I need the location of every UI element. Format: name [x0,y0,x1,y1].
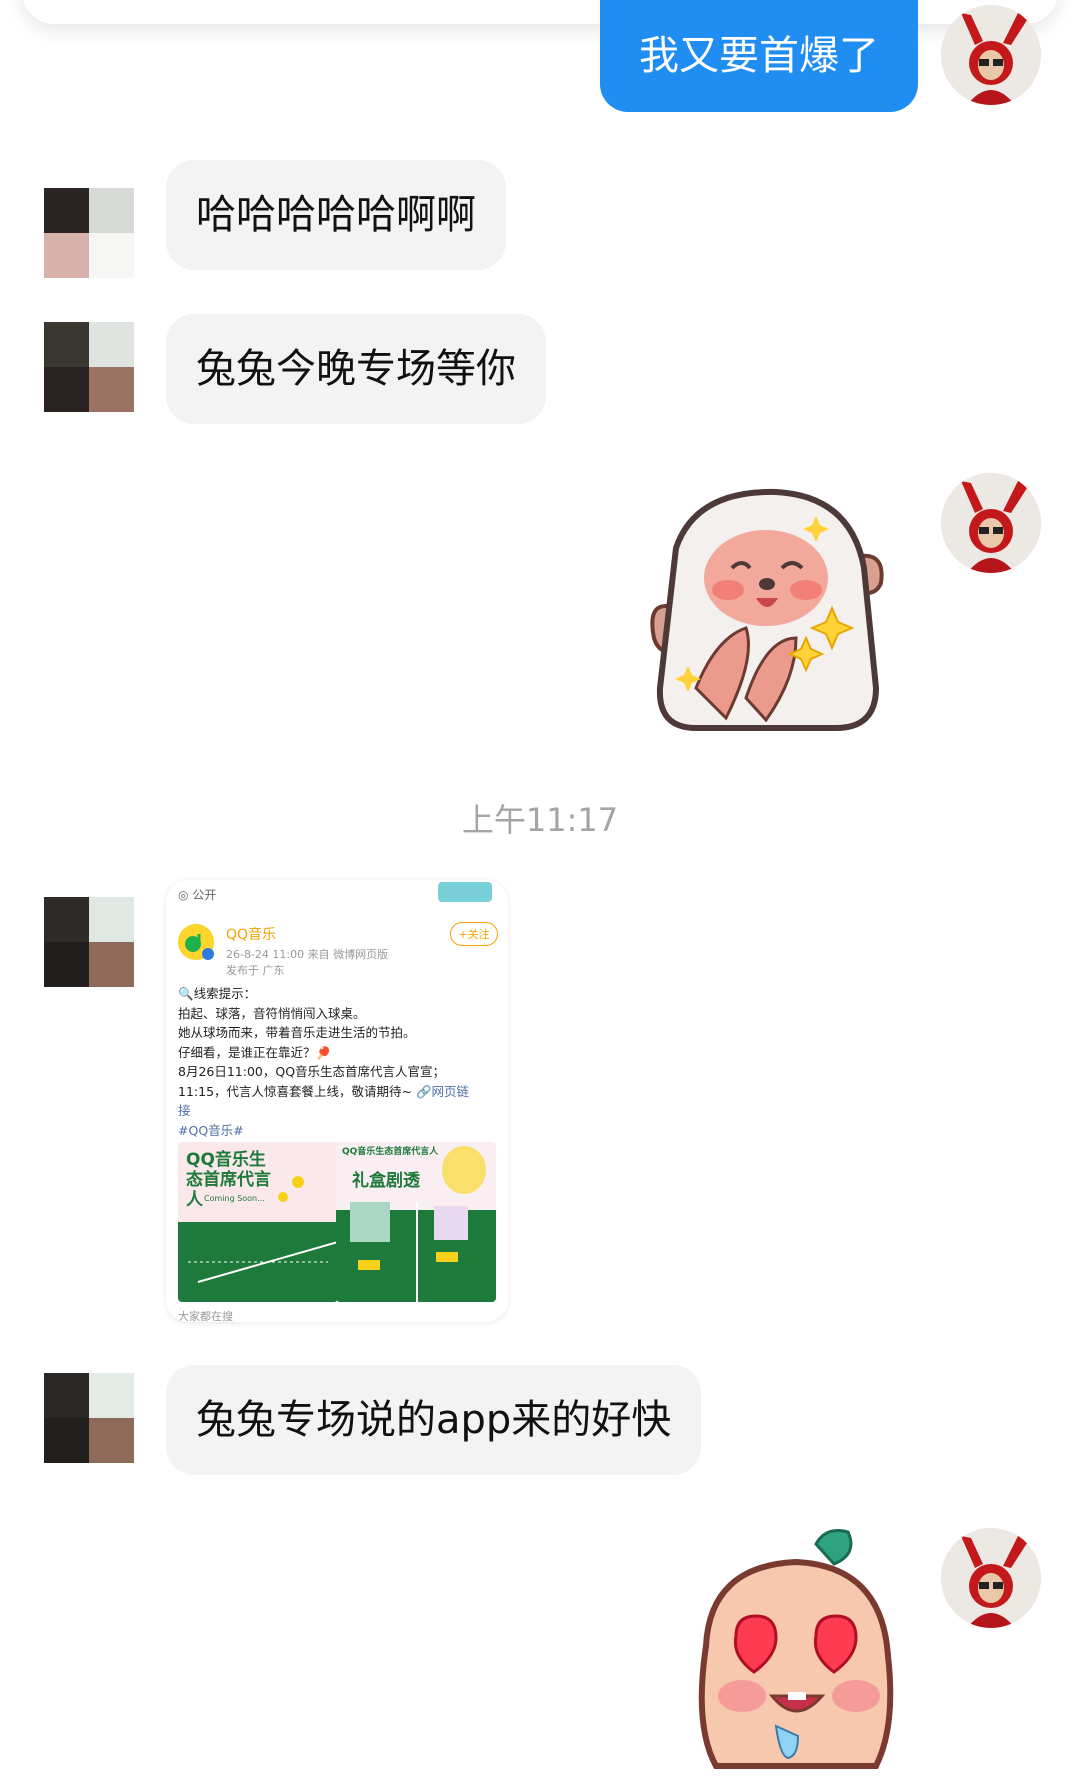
post-visibility: ◎ 公开 [178,888,217,902]
contact-avatar[interactable] [44,322,134,412]
post-image-2[interactable]: QQ音乐生态首席代言人 礼盒剧透 [336,1142,496,1302]
post-line: 仔细看，是谁正在靠近？🏓 [178,1044,332,1060]
outgoing-message-bubble[interactable]: 我又要首爆了 [600,0,918,112]
post-line: 🔍线索提示： [178,986,257,1001]
contact-avatar[interactable] [44,1373,134,1463]
sheep-sticker[interactable] [636,488,896,738]
shared-weibo-post-card[interactable]: ◎ 公开 QQ音乐 26-8-24 11:00 来自 微博网页版 发布于 广东 … [166,880,508,1322]
webpage-link-cont[interactable]: 接 [178,1101,498,1121]
incoming-message-bubble[interactable]: 兔兔今晚专场等你 [166,314,546,424]
message-timestamp: 上午11:17 [461,801,619,839]
post-line: 11:15，代言人惊喜套餐上线，敬请期待~ 🔗网页链 [178,1083,470,1099]
post-image-1-subtitle: Coming Soon... [204,1194,265,1203]
post-image-1[interactable]: QQ音乐生态首席代言人 Coming Soon... [178,1142,338,1302]
post-line: 8月26日11:00，QQ音乐生态首席代言人官宣； [178,1064,446,1079]
post-image-2-title: 礼盒剧透 [352,1171,420,1191]
follow-button[interactable]: +关注 [450,922,498,946]
qq-music-logo-icon [178,924,214,960]
post-banner-sticker [438,882,492,902]
post-line: 她从球场而来，带着音乐走进生活的节拍。 [178,1025,416,1040]
my-avatar[interactable] [941,1528,1041,1628]
heart-eyes-sticker[interactable] [676,1526,916,1780]
post-author-name[interactable]: QQ音乐 [226,924,276,944]
incoming-message-bubble[interactable]: 哈哈哈哈哈啊啊 [166,160,506,270]
hashtag-link[interactable]: #QQ音乐# [178,1121,498,1141]
post-location: 发布于 广东 [226,964,285,977]
incoming-message-bubble[interactable]: 兔兔专场说的app来的好快 [166,1365,702,1475]
webpage-link[interactable]: 🔗网页链 [416,1084,469,1099]
my-avatar[interactable] [941,5,1041,105]
post-time-source: 26-8-24 11:00 来自 微博网页版 [226,948,389,961]
globe-icon: ◎ [178,888,189,902]
post-footer: 大家都在搜 [178,1310,233,1322]
contact-avatar[interactable] [44,188,134,278]
my-avatar[interactable] [941,473,1041,573]
post-text: 🔍线索提示： 拍起、球落，音符悄悄闯入球桌。 她从球场而来，带着音乐走进生活的节… [178,984,498,1140]
post-line: 拍起、球落，音符悄悄闯入球桌。 [178,1005,366,1021]
post-image-2-top: QQ音乐生态首席代言人 [342,1147,439,1157]
contact-avatar[interactable] [44,897,134,987]
